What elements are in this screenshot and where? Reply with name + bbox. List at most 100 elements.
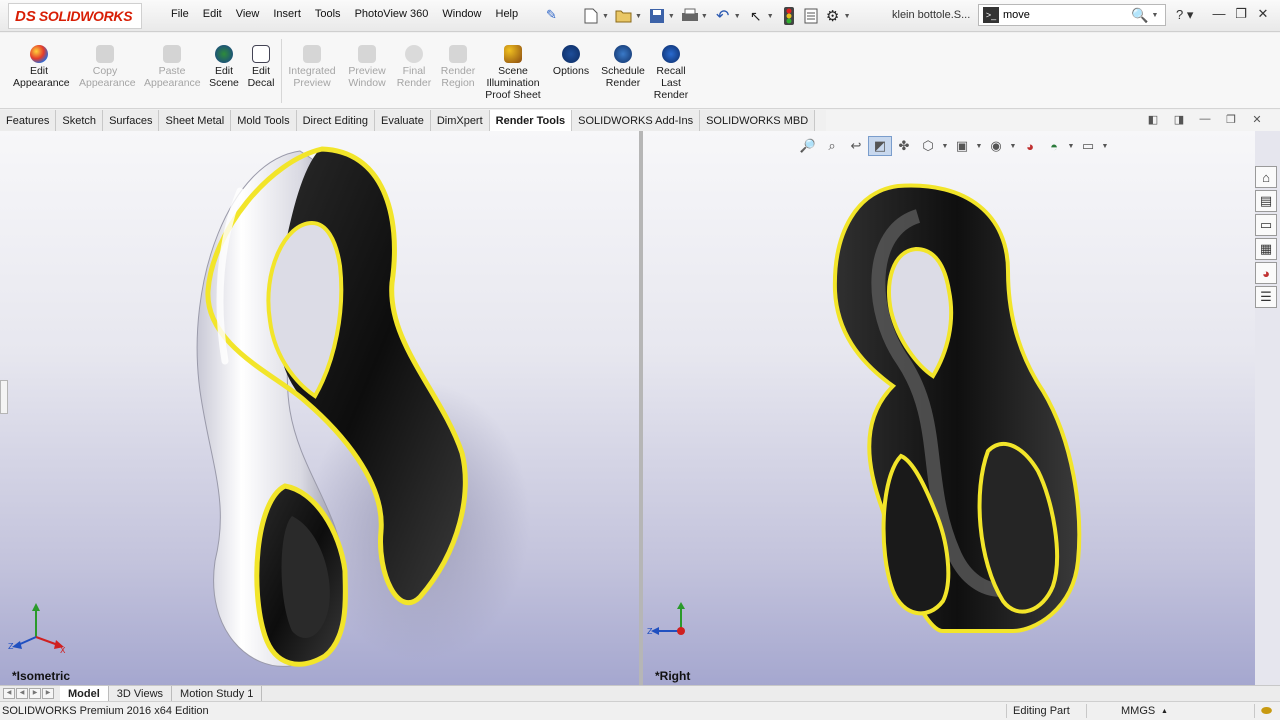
apply-scene-icon[interactable]: ◓ [1042,136,1066,156]
menu-view[interactable]: View [229,8,267,20]
hide-show-dropdown-icon[interactable]: ▼ [1008,136,1018,156]
zoom-to-fit-icon[interactable]: 🔎 [796,136,820,156]
minimize-icon[interactable]: — [1208,6,1230,22]
search-dropdown-icon[interactable]: ▼ [1151,12,1158,19]
paste-appearance-button[interactable]: Paste Appearance [140,45,204,89]
custom-properties-icon[interactable]: ☰ [1255,286,1277,308]
appearances-scenes-icon[interactable]: ◕ [1255,262,1277,284]
zoom-to-area-icon[interactable]: ⌕ [820,136,844,156]
menu-help[interactable]: Help [489,8,526,20]
menu-tools[interactable]: Tools [308,8,348,20]
search-input[interactable] [1003,9,1123,21]
view-palette-icon[interactable]: ▦ [1255,238,1277,260]
copy-appearance-button[interactable]: Copy Appearance [74,45,136,89]
menu-insert[interactable]: Insert [266,8,308,20]
menu-edit[interactable]: Edit [196,8,229,20]
edit-scene-button[interactable]: Edit Scene [206,45,242,89]
close-icon[interactable]: ✕ [1252,6,1274,22]
options-dropdown-icon[interactable]: ▼ [844,13,851,20]
klein-bottle-isometric-model[interactable] [0,131,639,685]
tab-motion-study-1[interactable]: Motion Study 1 [172,686,263,701]
edit-decal-button[interactable]: Edit Decal [243,45,279,89]
open-dropdown-icon[interactable]: ▼ [635,13,642,20]
next-panel-icon[interactable]: ◨ [1166,113,1192,126]
klein-bottle-right-view-model[interactable] [643,131,1255,685]
recall-last-render-button[interactable]: Recall Last Render [652,45,690,101]
design-library-icon[interactable]: ▤ [1255,190,1277,212]
tab-surfaces[interactable]: Surfaces [103,110,160,131]
preview-window-button[interactable]: Preview Window [344,45,390,89]
open-folder-icon[interactable] [613,5,635,27]
display-style-dropdown-icon[interactable]: ▼ [974,136,984,156]
tab-mold-tools[interactable]: Mold Tools [231,110,297,131]
schedule-render-button[interactable]: Schedule Render [598,45,648,89]
tab-model[interactable]: Model [60,686,109,701]
hide-show-items-icon[interactable]: ◉ [984,136,1008,156]
menu-file[interactable]: File [164,8,196,20]
restore-icon[interactable]: ❐ [1230,6,1252,22]
dynamic-annotation-icon[interactable]: ✤ [892,136,916,156]
print-icon[interactable] [679,5,701,27]
apply-scene-dropdown-icon[interactable]: ▼ [1066,136,1076,156]
first-tab-icon[interactable]: ◀ [3,688,15,699]
graphics-area-isometric[interactable]: Z X *Isometric [0,131,639,685]
options-gear-icon[interactable]: ⚙ [822,5,844,27]
previous-panel-icon[interactable]: ◧ [1140,113,1166,126]
pin-menu-icon[interactable]: ✎ [546,7,557,23]
new-dropdown-icon[interactable]: ▼ [602,13,609,20]
tab-evaluate[interactable]: Evaluate [375,110,431,131]
print-dropdown-icon[interactable]: ▼ [701,13,708,20]
view-settings-dropdown-icon[interactable]: ▼ [1100,136,1110,156]
unit-system-text[interactable]: MMGS [1121,705,1155,717]
tab-sheet-metal[interactable]: Sheet Metal [159,110,232,131]
menu-window[interactable]: Window [435,8,488,20]
undo-dropdown-icon[interactable]: ▼ [734,13,741,20]
tab-render-tools[interactable]: Render Tools [489,110,573,131]
solidworks-logo[interactable]: DS SOLIDWORKS [8,3,142,29]
final-render-button[interactable]: Final Render [394,45,434,89]
last-tab-icon[interactable]: ▶ [42,688,54,699]
feature-manager-collapse-handle[interactable] [0,380,8,414]
tab-3d-views[interactable]: 3D Views [109,686,173,701]
unit-dropdown-icon[interactable]: ▲ [1161,708,1168,715]
solidworks-resources-icon[interactable]: ⌂ [1255,166,1277,188]
new-document-icon[interactable] [580,5,602,27]
view-orientation-icon[interactable]: ⬡ [916,136,940,156]
section-view-icon[interactable]: ◩ [868,136,892,156]
display-style-icon[interactable]: ▣ [950,136,974,156]
prev-tab-icon[interactable]: ◀ [16,688,28,699]
tab-sketch[interactable]: Sketch [56,110,104,131]
rebuild-traffic-light-icon[interactable] [778,5,800,27]
file-properties-icon[interactable] [800,5,822,27]
save-dropdown-icon[interactable]: ▼ [668,13,675,20]
tab-direct-editing[interactable]: Direct Editing [296,110,375,131]
graphics-area-right-view[interactable]: Z *Right [643,131,1255,685]
tab-dimxpert[interactable]: DimXpert [430,110,490,131]
viewport-close-icon[interactable]: ✕ [1244,113,1270,126]
options-button[interactable]: Options [550,45,592,77]
tab-solidworks-addins[interactable]: SOLIDWORKS Add-Ins [572,110,701,131]
integrated-preview-button[interactable]: Integrated Preview [284,45,340,89]
next-tab-icon[interactable]: ▶ [29,688,41,699]
search-commands-box[interactable]: >_ 🔍 ▼ [978,4,1166,26]
render-region-button[interactable]: Render Region [436,45,480,89]
save-icon[interactable] [646,5,668,27]
help-icon[interactable]: ? ▾ [1176,7,1193,23]
tab-features[interactable]: Features [0,110,57,131]
tab-solidworks-mbd[interactable]: SOLIDWORKS MBD [700,110,816,131]
scene-illumination-proof-sheet-button[interactable]: Scene Illumination Proof Sheet [482,45,544,101]
edit-appearance-button[interactable]: Edit Appearance [8,45,70,89]
select-dropdown-icon[interactable]: ▼ [767,13,774,20]
previous-view-icon[interactable]: ↩ [844,136,868,156]
undo-icon[interactable]: ↶ [712,5,734,27]
edit-appearance-hud-icon[interactable]: ◕ [1018,136,1042,156]
viewport-minimize-icon[interactable]: — [1192,113,1218,126]
file-explorer-icon[interactable]: ▭ [1255,214,1277,236]
select-cursor-icon[interactable]: ↖ [745,5,767,27]
menu-photoview[interactable]: PhotoView 360 [348,8,436,20]
search-icon[interactable]: 🔍 [1131,7,1148,24]
view-orientation-dropdown-icon[interactable]: ▼ [940,136,950,156]
view-settings-icon[interactable]: ▭ [1076,136,1100,156]
viewport-restore-icon[interactable]: ❐ [1218,113,1244,126]
customize-status-tag-icon[interactable]: ⬬ [1261,703,1272,719]
